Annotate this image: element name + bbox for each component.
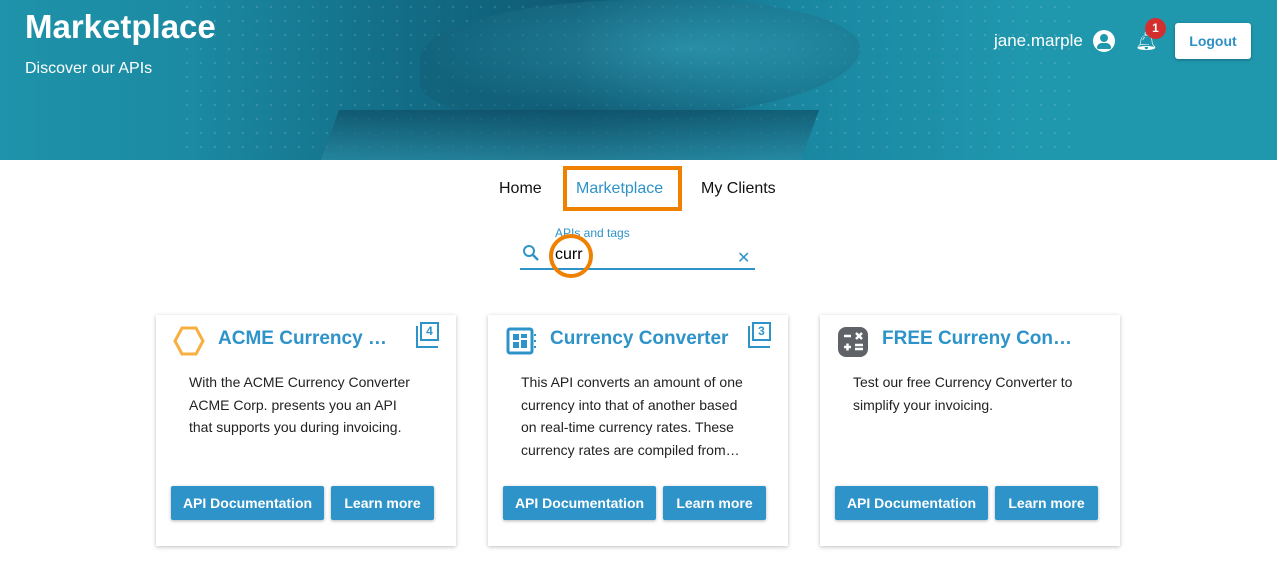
api-card[interactable]: ACME Currency Converter 4 With the ACME … <box>156 315 456 546</box>
logout-button[interactable]: Logout <box>1175 23 1251 59</box>
api-card-description: With the ACME Currency Converter ACME Co… <box>189 374 410 435</box>
api-documentation-button[interactable]: API Documentation <box>835 486 988 520</box>
highlight-circle <box>549 234 593 278</box>
version-count: 4 <box>420 322 439 341</box>
api-card-title[interactable]: ACME Currency Converter <box>218 328 398 350</box>
search-icon <box>523 245 539 261</box>
api-card-title[interactable]: Currency Converter <box>550 328 730 350</box>
clear-icon[interactable]: ✕ <box>737 251 750 267</box>
api-documentation-button[interactable]: API Documentation <box>503 486 656 520</box>
versions-icon: 4 <box>416 322 439 348</box>
nav-my-clients[interactable]: My Clients <box>701 180 776 198</box>
banner-laptop <box>320 110 820 160</box>
page-title: Marketplace <box>25 8 216 45</box>
account-icon[interactable] <box>1093 30 1115 52</box>
calculator-icon <box>838 327 868 357</box>
version-count: 3 <box>752 322 771 341</box>
hexagon-logo-icon <box>173 326 205 356</box>
highlight-box <box>563 166 682 211</box>
api-card[interactable]: Currency Converter 3 This API converts a… <box>488 315 788 546</box>
api-card-description: Test our free Currency Converter to simp… <box>853 374 1073 413</box>
page-subtitle: Discover our APIs <box>25 60 153 77</box>
api-card[interactable]: FREE Curreny Converter Test our free Cur… <box>820 315 1120 546</box>
header-banner: Marketplace Discover our APIs jane.marpl… <box>0 0 1277 160</box>
dashboard-icon <box>506 327 536 355</box>
learn-more-button[interactable]: Learn more <box>663 486 766 520</box>
api-documentation-button[interactable]: API Documentation <box>171 486 324 520</box>
username[interactable]: jane.marple <box>994 31 1083 51</box>
nav-home[interactable]: Home <box>499 180 542 198</box>
learn-more-button[interactable]: Learn more <box>995 486 1098 520</box>
learn-more-button[interactable]: Learn more <box>331 486 434 520</box>
api-card-title[interactable]: FREE Curreny Converter <box>882 328 1082 350</box>
notification-badge: 1 <box>1145 18 1166 39</box>
versions-icon: 3 <box>748 322 771 348</box>
api-card-description: This API converts an amount of one curre… <box>521 374 743 458</box>
